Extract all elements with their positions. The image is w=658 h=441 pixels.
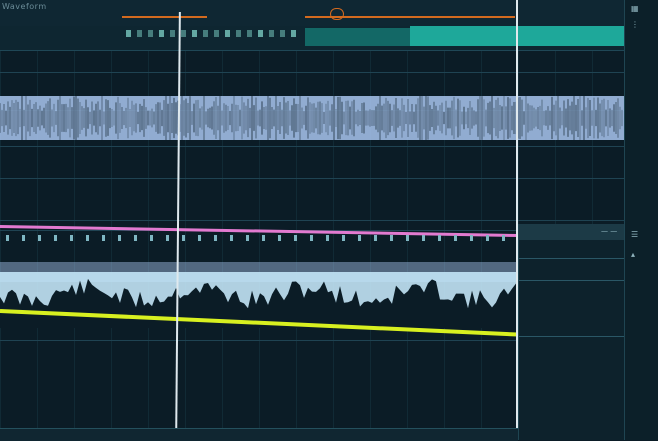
marker-tick — [214, 235, 217, 241]
marker-tick — [22, 235, 25, 241]
marker-tick — [422, 235, 425, 241]
waveform-track-2[interactable] — [0, 262, 518, 328]
window-title: Waveform — [2, 2, 47, 11]
scroll-icon[interactable]: ▴ — [631, 250, 643, 259]
clip-marker — [126, 30, 131, 37]
inspector-header[interactable]: — — — [519, 224, 625, 240]
marker-tick — [294, 235, 297, 241]
track-header-strip — [0, 26, 630, 51]
marker-tick — [486, 235, 489, 241]
clip-marker — [225, 30, 230, 37]
marker-tick — [406, 235, 409, 241]
marker-tick — [230, 235, 233, 241]
inspector-divider — [519, 258, 625, 259]
marker-tick — [262, 235, 265, 241]
list-icon[interactable]: ☰ — [631, 230, 643, 239]
marker-tick — [6, 235, 9, 241]
marker-tick — [70, 235, 73, 241]
clip-marker — [258, 30, 263, 37]
marker-tick — [134, 235, 137, 241]
loop-range-marker-2[interactable] — [305, 16, 515, 18]
clip-marker — [247, 30, 252, 37]
marker-tick — [198, 235, 201, 241]
marker-tick — [390, 235, 393, 241]
lane-separator — [0, 220, 624, 221]
loop-marker-icon[interactable] — [330, 8, 344, 20]
inspector-divider — [519, 336, 625, 337]
minimize-icon[interactable]: — — — [601, 227, 617, 235]
marker-tick — [86, 235, 89, 241]
marker-tick — [166, 235, 169, 241]
marker-tick — [310, 235, 313, 241]
clip-marker — [159, 30, 164, 37]
timeline-ruler[interactable]: Waveform — [0, 0, 630, 27]
waveform-track-1[interactable] — [0, 92, 624, 144]
marker-tick — [342, 235, 345, 241]
marker-tick-row — [0, 232, 518, 244]
marker-tick — [118, 235, 121, 241]
marker-tick — [374, 235, 377, 241]
marker-tick — [54, 235, 57, 241]
clip-marker — [214, 30, 219, 37]
marker-tick — [454, 235, 457, 241]
clip-marker — [170, 30, 175, 37]
lane-separator — [0, 146, 624, 147]
marker-tick — [326, 235, 329, 241]
clip-marker — [269, 30, 274, 37]
marker-tick — [182, 235, 185, 241]
clip-marker — [236, 30, 241, 37]
clip-marker — [181, 30, 186, 37]
marker-tick — [150, 235, 153, 241]
inspector-divider — [519, 280, 625, 281]
marker-tick — [278, 235, 281, 241]
marker-tick — [246, 235, 249, 241]
clip-marker — [148, 30, 153, 37]
clip-marker — [137, 30, 142, 37]
clip-marker — [203, 30, 208, 37]
marker-tick — [358, 235, 361, 241]
inspector-panel: — — — [518, 224, 625, 440]
marker-tick — [102, 235, 105, 241]
marker-tick — [470, 235, 473, 241]
clip-marker — [280, 30, 285, 37]
clip-marker — [192, 30, 197, 37]
timeline-scroll-strip[interactable] — [0, 428, 518, 441]
marker-tick — [438, 235, 441, 241]
lane-separator — [0, 72, 624, 73]
marker-tick — [38, 235, 41, 241]
loop-range-marker[interactable] — [122, 16, 207, 18]
clip-region-selected[interactable] — [410, 26, 630, 46]
settings-icon[interactable]: ⋮ — [631, 20, 643, 29]
marker-tick — [502, 235, 505, 241]
clip-marker — [291, 30, 296, 37]
right-side-panel: ▦ ⋮ ☰ ▴ — [624, 0, 658, 440]
grid-icon[interactable]: ▦ — [631, 4, 643, 13]
clip-region[interactable] — [305, 28, 410, 46]
lane-separator — [0, 178, 624, 179]
